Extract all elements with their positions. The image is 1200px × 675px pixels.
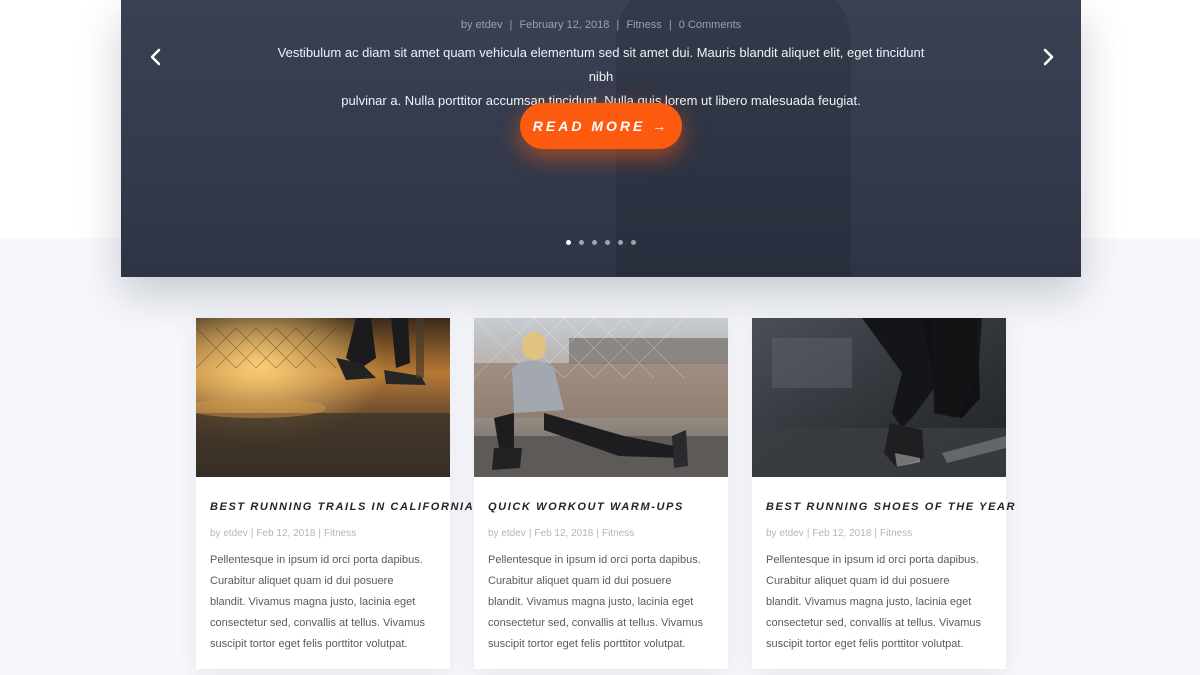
meta-separator: | bbox=[596, 528, 599, 539]
post-title[interactable]: QUICK WORKOUT WARM-UPS bbox=[488, 501, 720, 513]
hero-post-meta: by etdev | February 12, 2018 | Fitness |… bbox=[121, 19, 1081, 31]
post-category[interactable]: Fitness bbox=[324, 528, 356, 539]
post-category[interactable]: Fitness bbox=[602, 528, 634, 539]
post-excerpt-line: Pellentesque in ipsum id orci porta dapi… bbox=[488, 554, 701, 566]
post-thumbnail[interactable] bbox=[474, 318, 728, 477]
slider-prev-button[interactable] bbox=[145, 45, 167, 69]
post-excerpt-line: blandit. Vivamus magna justo, lacinia eg… bbox=[488, 596, 694, 608]
post-excerpt-line: blandit. Vivamus magna justo, lacinia eg… bbox=[766, 596, 972, 608]
post-meta: by etdev | Feb 12, 2018 | Fitness bbox=[766, 528, 912, 539]
post-author[interactable]: by etdev bbox=[488, 528, 526, 539]
meta-separator: | bbox=[874, 528, 877, 539]
meta-separator: | bbox=[616, 19, 620, 31]
post-excerpt-line: consectetur sed, convallis at tellus. Vi… bbox=[210, 617, 426, 629]
runner-trail-photo bbox=[196, 318, 450, 477]
post-date: Feb 12, 2018 bbox=[812, 528, 872, 539]
post-excerpt-line: Curabitur aliquet quam id dui posuere bbox=[488, 575, 672, 587]
post-excerpt: Pellentesque in ipsum id orci porta dapi… bbox=[488, 550, 716, 655]
hero-excerpt-line: Vestibulum ac diam sit amet quam vehicul… bbox=[277, 45, 925, 84]
slider-dot[interactable] bbox=[592, 240, 597, 245]
chevron-left-icon bbox=[150, 48, 161, 66]
post-author[interactable]: by etdev bbox=[766, 528, 804, 539]
post-category[interactable]: Fitness bbox=[880, 528, 912, 539]
post-thumbnail[interactable] bbox=[752, 318, 1006, 477]
post-meta: by etdev | Feb 12, 2018 | Fitness bbox=[488, 528, 634, 539]
meta-separator: | bbox=[806, 528, 810, 539]
blog-card: BEST RUNNING TRAILS IN CALIFORNIA by etd… bbox=[196, 318, 473, 669]
meta-separator: | bbox=[318, 528, 321, 539]
post-excerpt-line: Pellentesque in ipsum id orci porta dapi… bbox=[210, 554, 423, 566]
hero-author[interactable]: by etdev bbox=[461, 19, 503, 31]
meta-separator: | bbox=[668, 19, 672, 31]
post-date: Feb 12, 2018 bbox=[256, 528, 316, 539]
post-excerpt-line: suscipit tortor eget felis porttitor vol… bbox=[488, 638, 686, 650]
hero-date: February 12, 2018 bbox=[519, 19, 610, 31]
hero-comments[interactable]: 0 Comments bbox=[679, 19, 741, 31]
post-excerpt-line: Curabitur aliquet quam id dui posuere bbox=[766, 575, 950, 587]
post-excerpt-line: suscipit tortor eget felis porttitor vol… bbox=[766, 638, 964, 650]
slider-dot[interactable] bbox=[579, 240, 584, 245]
post-excerpt: Pellentesque in ipsum id orci porta dapi… bbox=[210, 550, 438, 655]
post-meta: by etdev | Feb 12, 2018 | Fitness bbox=[210, 528, 356, 539]
slider-dot[interactable] bbox=[631, 240, 636, 245]
hero-category[interactable]: Fitness bbox=[626, 19, 661, 31]
post-excerpt-line: Curabitur aliquet quam id dui posuere bbox=[210, 575, 394, 587]
post-excerpt-line: Pellentesque in ipsum id orci porta dapi… bbox=[766, 554, 979, 566]
slider-dot[interactable] bbox=[605, 240, 610, 245]
post-title[interactable]: BEST RUNNING SHOES OF THE YEAR bbox=[766, 501, 1015, 513]
post-date: Feb 12, 2018 bbox=[534, 528, 594, 539]
slider-dot[interactable] bbox=[618, 240, 623, 245]
slider-next-button[interactable] bbox=[1037, 45, 1059, 69]
post-excerpt-line: consectetur sed, convallis at tellus. Vi… bbox=[766, 617, 982, 629]
slider-pagination bbox=[566, 240, 644, 248]
stretching-woman-photo bbox=[474, 318, 728, 477]
slider-dot[interactable] bbox=[566, 240, 571, 245]
meta-separator: | bbox=[509, 19, 513, 31]
hero-slider: by etdev | February 12, 2018 | Fitness |… bbox=[121, 0, 1081, 277]
post-excerpt-line: consectetur sed, convallis at tellus. Vi… bbox=[488, 617, 704, 629]
running-shoes-photo bbox=[752, 318, 1006, 477]
meta-separator: | bbox=[528, 528, 532, 539]
blog-card: QUICK WORKOUT WARM-UPS by etdev | Feb 12, … bbox=[474, 318, 728, 669]
post-excerpt-line: suscipit tortor eget felis porttitor vol… bbox=[210, 638, 408, 650]
post-thumbnail[interactable] bbox=[196, 318, 450, 477]
post-excerpt-line: blandit. Vivamus magna justo, lacinia eg… bbox=[210, 596, 416, 608]
meta-separator: | bbox=[250, 528, 254, 539]
post-excerpt: Pellentesque in ipsum id orci porta dapi… bbox=[766, 550, 994, 655]
post-title[interactable]: BEST RUNNING TRAILS IN CALIFORNIA bbox=[210, 501, 473, 513]
chevron-right-icon bbox=[1043, 48, 1054, 66]
post-author[interactable]: by etdev bbox=[210, 528, 248, 539]
blog-card: BEST RUNNING SHOES OF THE YEAR by etdev |… bbox=[752, 318, 1015, 669]
read-more-button[interactable]: READ MORE → bbox=[520, 103, 682, 149]
